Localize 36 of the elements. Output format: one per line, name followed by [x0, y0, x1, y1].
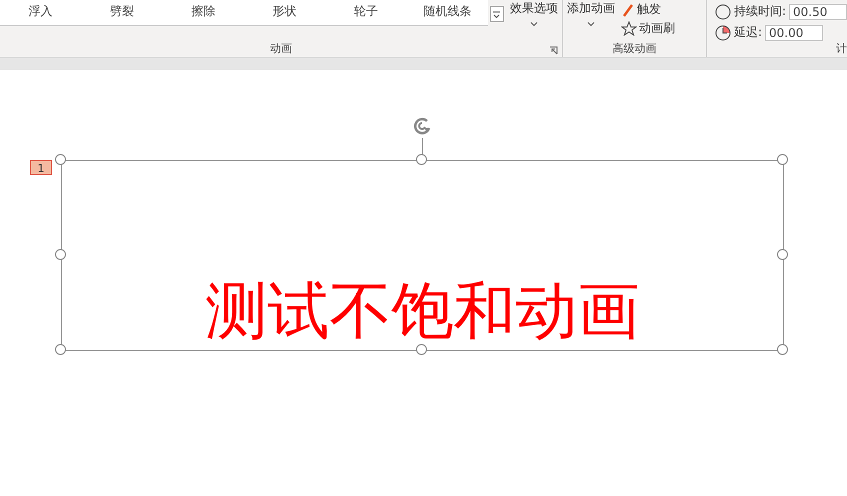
- resize-handle[interactable]: [416, 344, 427, 355]
- group-label: 高级动画: [612, 40, 656, 56]
- text-box[interactable]: 测试不饱和动画: [61, 160, 784, 351]
- resize-handle[interactable]: [777, 344, 788, 355]
- slide-text: 测试不饱和动画: [206, 280, 640, 342]
- resize-handle[interactable]: [55, 249, 66, 260]
- clock-icon: [714, 4, 731, 20]
- animation-painter-button[interactable]: 动画刷: [618, 19, 677, 38]
- gallery-more-button[interactable]: [490, 6, 504, 22]
- duration-field[interactable]: 00.50: [789, 4, 847, 20]
- resize-handle[interactable]: [55, 154, 66, 165]
- animation-option[interactable]: 劈裂: [81, 0, 163, 22]
- star-icon: [620, 21, 637, 36]
- clock-icon: [714, 24, 731, 40]
- resize-handle[interactable]: [416, 154, 427, 165]
- group-label: 计: [836, 40, 847, 56]
- delay-label: 延迟:: [734, 24, 762, 41]
- resize-handle[interactable]: [55, 344, 66, 355]
- add-animation-button[interactable]: 添加动画: [562, 0, 619, 28]
- resize-handle[interactable]: [777, 154, 788, 165]
- expand-gallery-icon: [492, 10, 502, 18]
- group-label: 动画: [270, 40, 292, 56]
- animation-option[interactable]: 擦除: [162, 0, 244, 22]
- animation-option[interactable]: 浮入: [0, 0, 82, 22]
- animation-option[interactable]: 随机线条: [406, 0, 488, 22]
- caret-icon: [586, 20, 595, 28]
- effect-options-button[interactable]: 效果选项: [506, 0, 562, 28]
- delay-field[interactable]: 00.00: [765, 24, 823, 40]
- animation-option[interactable]: 形状: [244, 0, 326, 22]
- dialog-launcher-icon[interactable]: [548, 46, 558, 55]
- trigger-button[interactable]: 触发: [618, 0, 677, 19]
- resize-handle[interactable]: [777, 249, 788, 260]
- duration-label: 持续时间:: [734, 3, 786, 20]
- animation-option[interactable]: 轮子: [325, 0, 407, 22]
- caret-icon: [530, 20, 538, 28]
- animation-order-tag: 1: [30, 160, 52, 175]
